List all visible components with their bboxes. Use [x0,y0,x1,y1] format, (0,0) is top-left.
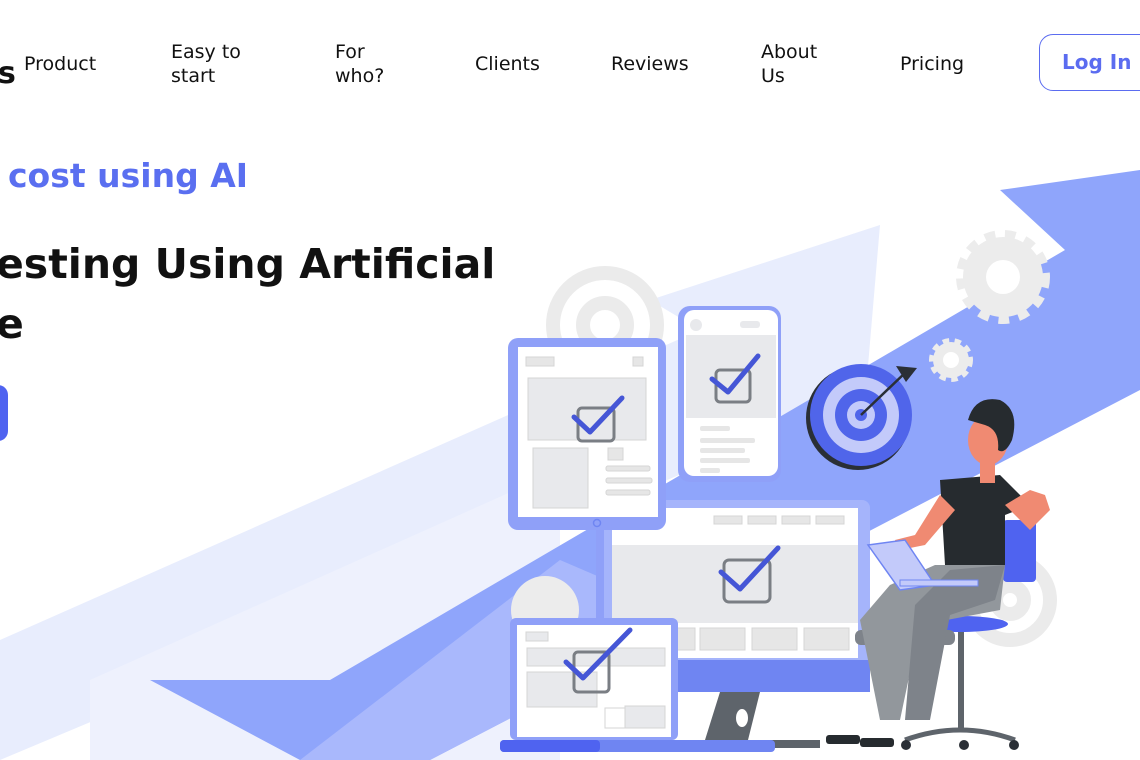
headline-line-2: e [0,300,24,348]
phone [678,306,781,482]
hero-headline: esting Using Artificial e [0,234,495,354]
hero-subtitle: cost using AI [8,156,249,195]
nav-product[interactable]: Product [24,52,96,76]
nav-pricing[interactable]: Pricing [900,52,964,76]
nav-clients[interactable]: Clients [475,52,540,76]
hero-illustration [0,170,1140,760]
cta-button[interactable] [0,385,8,441]
tablet [508,338,666,530]
nav-about-us[interactable]: About Us [761,40,831,88]
login-button[interactable]: Log In [1039,34,1140,91]
logo[interactable]: s [0,56,16,91]
nav-for-who[interactable]: For who? [335,40,395,88]
nav-reviews[interactable]: Reviews [611,52,689,76]
headline-line-1: esting Using Artificial [0,240,496,288]
nav-easy-to-start[interactable]: Easy to start [171,40,261,88]
